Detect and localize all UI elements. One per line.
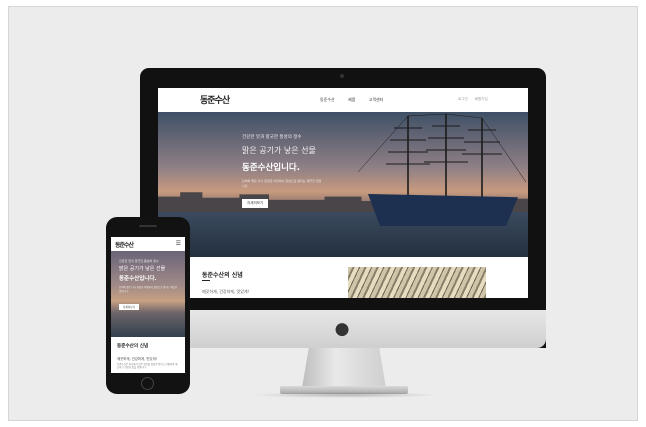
main-nav: 동준수산 제품 고객센터 (320, 97, 395, 103)
mobile-belief-subtitle: 깨끗하게, 건강하게, 맛있게! (117, 357, 157, 361)
stand-shadow (250, 392, 440, 398)
login-link[interactable]: 로그인 (458, 97, 468, 101)
mobile-belief-heading: 동준수산의 신념 (117, 344, 149, 349)
camera-icon (340, 74, 344, 78)
belief-heading: 동준수산의 신념 (202, 272, 243, 279)
home-button[interactable] (141, 377, 154, 390)
mobile-hero-tagline: 건강한 맛과 향긋한 풍성의 정수 (119, 259, 159, 263)
speaker-grille (139, 225, 157, 227)
hero-banner: 건강한 맛과 향긋한 풍성의 정수 맑은 공기가 낳은 선물 동준수산입니다. … (158, 112, 528, 257)
hero-subheading: 맑은 공기가 낳은 선물 (242, 146, 316, 155)
hero-copy: 건강한 맛과 향긋한 풍성의 정수 맑은 공기가 낳은 선물 동준수산입니다. … (242, 134, 322, 208)
mobile-hero-more-button[interactable]: 자세히보기 (119, 304, 139, 311)
dried-fish-image (348, 267, 486, 298)
mobile-logo[interactable]: 동준수산 (115, 240, 134, 249)
hero-more-button[interactable]: 자세히보기 (242, 199, 269, 208)
nav-item-company[interactable]: 동준수산 (320, 97, 335, 102)
imac-chin: ● (140, 310, 546, 348)
hero-heading: 동준수산입니다. (242, 163, 300, 173)
mobile-website: 동준수산 ☰ 건강한 맛과 향긋한 풍성의 정수 맑은 공기가 낳은 선물 동준… (111, 237, 185, 373)
hero-description: 단비와 좋은 다시 청정한 어장에서 정성으로 말리는 깨끗한 맛입니다. (242, 179, 322, 188)
site-logo[interactable]: 동준수산 (200, 93, 230, 106)
hero-tagline: 건강한 맛과 향긋한 풍성의 정수 (242, 135, 302, 140)
mobile-hero-heading: 동준수산입니다. (119, 276, 157, 282)
hamburger-icon[interactable]: ☰ (176, 240, 181, 247)
mobile-hero-description: 단비와 좋은 다시 청정한 어장에서 정성으로 말리는 깨끗한 맛입니다. (119, 286, 178, 293)
imac-stand-neck (302, 348, 386, 388)
desktop-website: 동준수산 동준수산 제품 고객센터 로그인 회원가입 건강한 맛과 향긋한 풍성… (158, 88, 528, 298)
signup-link[interactable]: 회원가입 (475, 97, 488, 101)
mobile-hero-banner: 건강한 맛과 향긋한 풍성의 정수 맑은 공기가 낳은 선물 동준수산입니다. … (111, 251, 185, 337)
mobile-hero-subheading: 맑은 공기가 낳은 선물 (119, 266, 166, 272)
nav-item-products[interactable]: 제품 (348, 97, 355, 102)
ship-hull (368, 194, 518, 226)
utility-links: 로그인 회원가입 (458, 97, 494, 102)
mobile-belief-description: 동준수산은 바다에서 얻은 원료를 정성껏 말리고 선별하여 깨끗하고 건강한 … (117, 363, 178, 370)
apple-logo-icon: ● (334, 319, 350, 339)
tall-ship-rigging (358, 113, 527, 198)
site-header: 동준수산 동준수산 제품 고객센터 로그인 회원가입 (158, 88, 528, 112)
divider (202, 280, 210, 281)
mobile-hero-copy: 건강한 맛과 향긋한 풍성의 정수 맑은 공기가 낳은 선물 동준수산입니다. … (119, 259, 179, 312)
iphone-frame: 동준수산 ☰ 건강한 맛과 향긋한 풍성의 정수 맑은 공기가 낳은 선물 동준… (106, 217, 190, 394)
mobile-header: 동준수산 ☰ (111, 237, 185, 251)
belief-subtitle: 깨끗하게, 건강하게, 맛있게! (202, 289, 250, 294)
nav-item-support[interactable]: 고객센터 (369, 97, 384, 102)
